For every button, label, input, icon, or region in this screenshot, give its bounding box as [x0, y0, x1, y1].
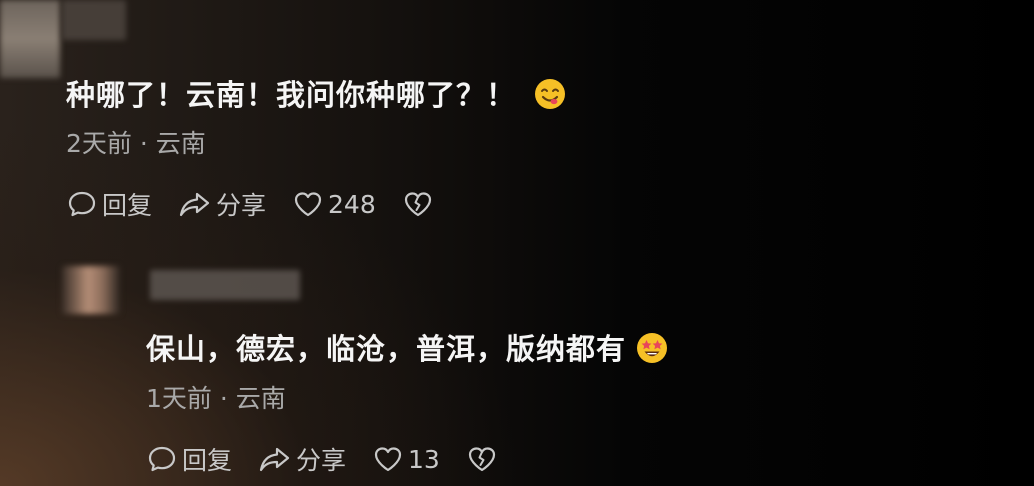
- share-label: 分享: [216, 191, 267, 220]
- reply-avatar-blurred[interactable]: [62, 266, 120, 314]
- comment-text: 保山，德宏，临沧，普洱，版纳都有: [146, 326, 668, 368]
- comment-meta: 1天前 · 云南: [146, 384, 286, 413]
- like-count: 248: [328, 189, 376, 219]
- comment-actions: 回复 分享 248: [66, 186, 460, 222]
- yum-face-icon: [534, 78, 566, 110]
- like-count: 13: [408, 444, 440, 474]
- share-button[interactable]: 分享: [178, 186, 266, 222]
- comment-body: 种哪了！云南！我问你种哪了？！: [66, 78, 517, 112]
- comment-actions: 回复 分享 13: [146, 441, 524, 477]
- broken-heart-icon: [402, 188, 434, 220]
- share-arrow-icon: [178, 188, 212, 220]
- comment-meta: 2天前 · 云南: [66, 129, 206, 158]
- share-button[interactable]: 分享: [258, 441, 346, 477]
- avatar-blurred[interactable]: [0, 0, 60, 78]
- dislike-button[interactable]: [466, 443, 498, 475]
- heart-icon: [292, 188, 324, 220]
- comment-bubble-icon: [146, 443, 178, 475]
- reply-label: 回复: [102, 191, 153, 220]
- reply-button[interactable]: 回复: [146, 441, 232, 477]
- like-button[interactable]: 248: [292, 188, 376, 220]
- comment-bubble-icon: [66, 188, 98, 220]
- share-label: 分享: [296, 446, 347, 475]
- username-blurred[interactable]: [62, 0, 126, 40]
- comment-text: 种哪了！云南！我问你种哪了？！: [66, 72, 566, 114]
- dislike-button[interactable]: [402, 188, 434, 220]
- share-arrow-icon: [258, 443, 292, 475]
- like-button[interactable]: 13: [372, 443, 440, 475]
- broken-heart-icon: [466, 443, 498, 475]
- heart-icon: [372, 443, 404, 475]
- reply-label: 回复: [182, 446, 233, 475]
- reply-username-blurred[interactable]: [150, 270, 300, 300]
- reply-button[interactable]: 回复: [66, 186, 152, 222]
- comment-body: 保山，德宏，临沧，普洱，版纳都有: [146, 332, 627, 366]
- star-struck-face-icon: [636, 332, 668, 364]
